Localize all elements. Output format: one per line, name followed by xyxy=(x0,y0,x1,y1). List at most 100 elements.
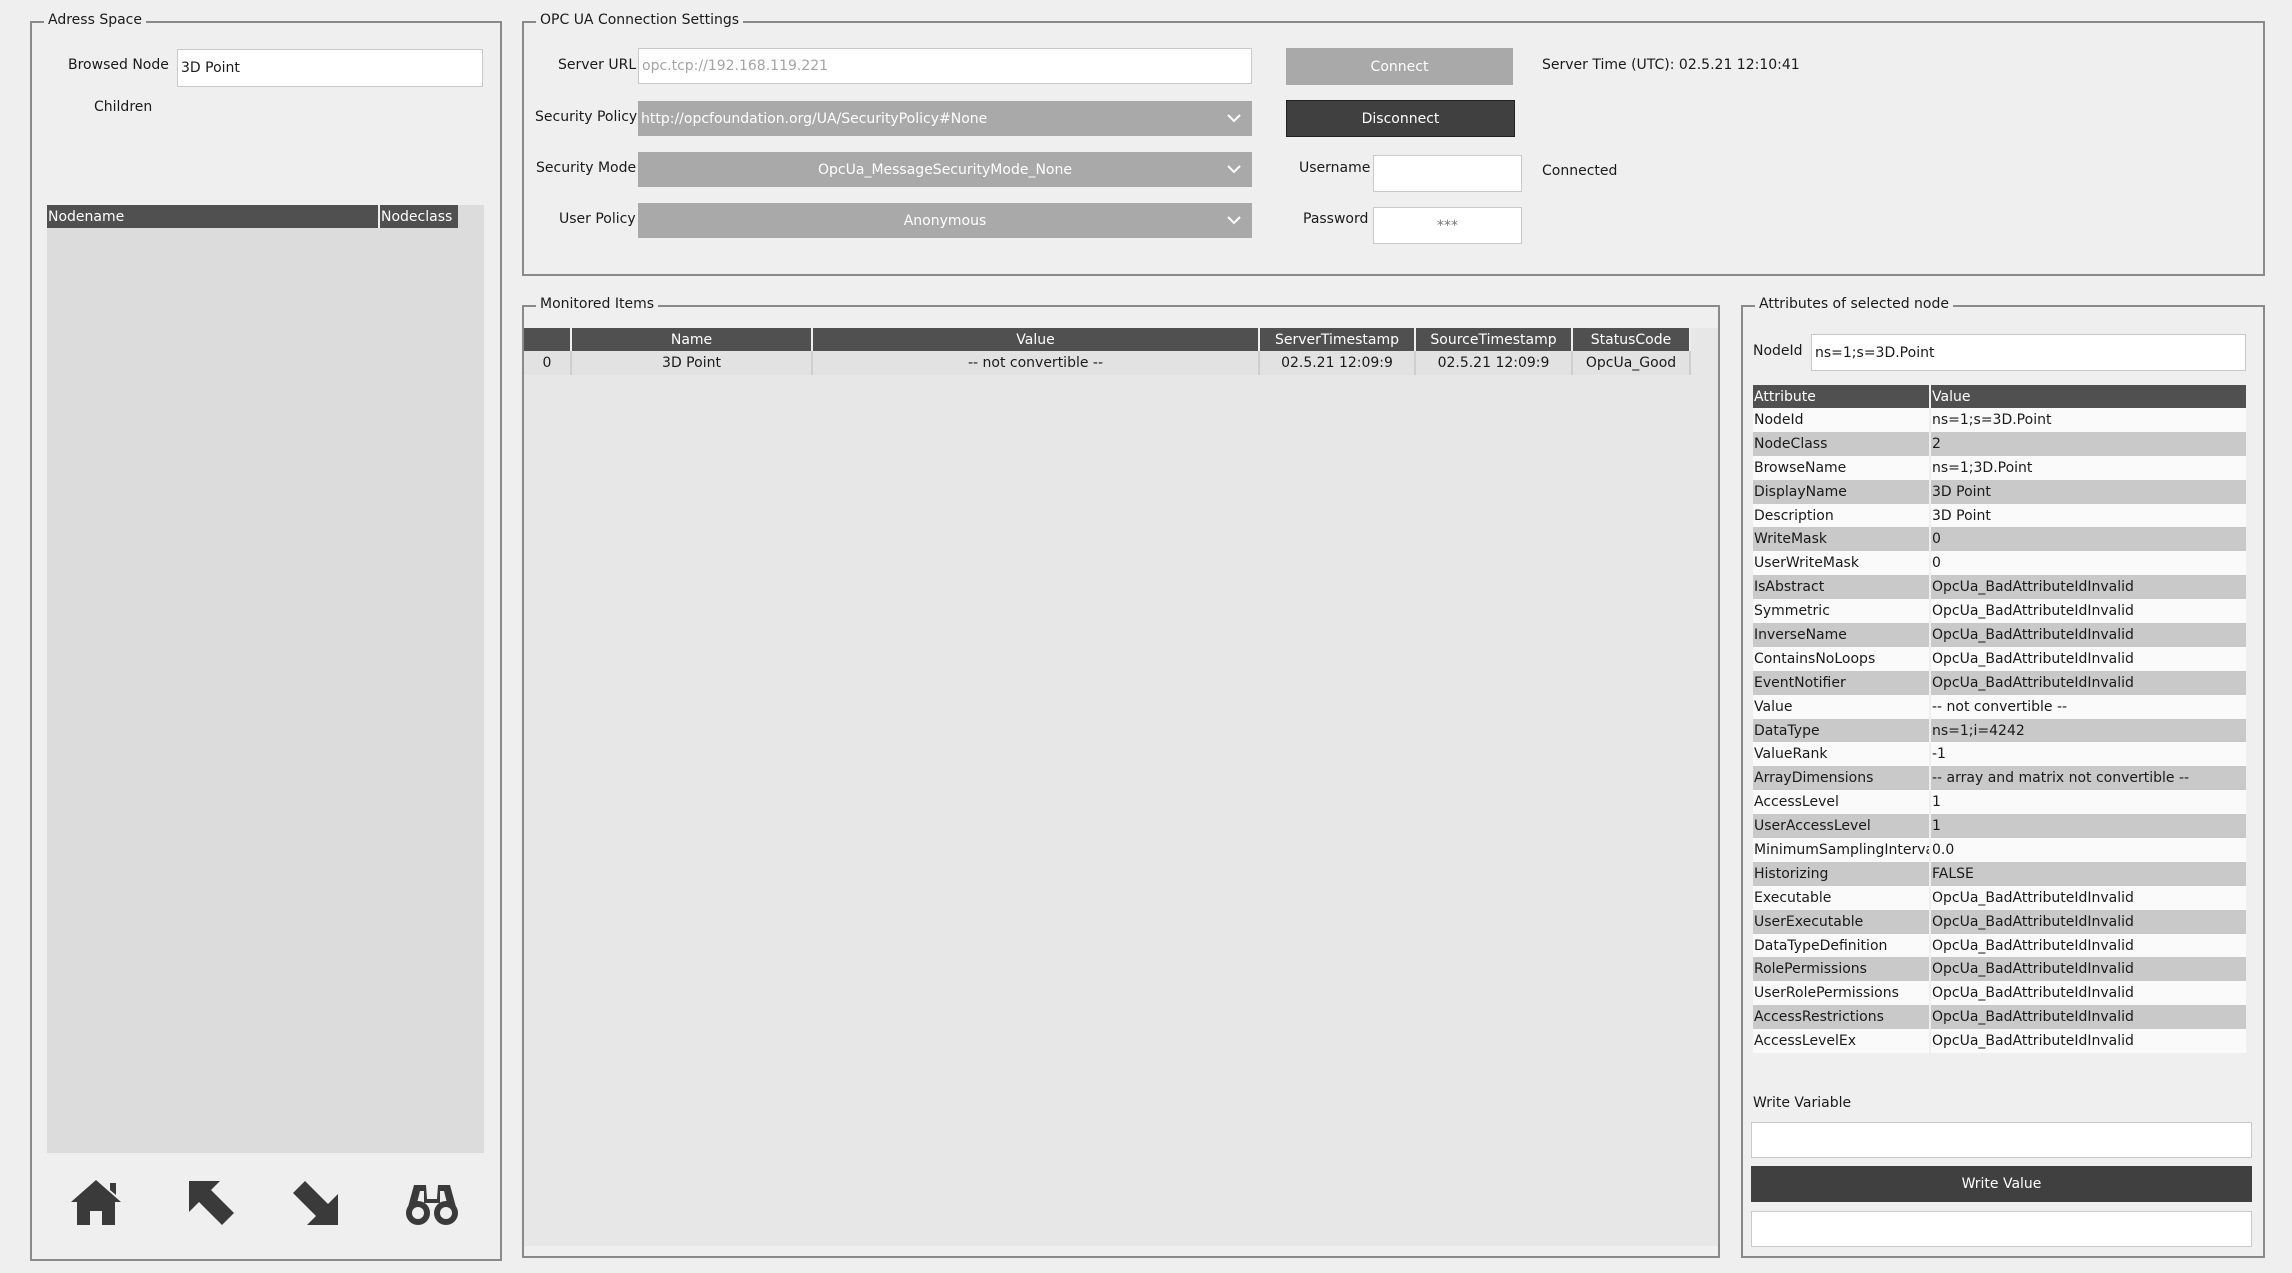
attribute-name: AccessLevelEx xyxy=(1753,1029,1931,1054)
disconnect-button[interactable]: Disconnect xyxy=(1286,100,1515,137)
home-icon[interactable] xyxy=(68,1177,124,1229)
attribute-value: 3D Point xyxy=(1932,483,1991,500)
chevron-down-icon xyxy=(1227,165,1241,174)
connect-button[interactable]: Connect xyxy=(1286,48,1513,85)
table-row[interactable]: Executable OpcUa_BadAttributeIdInvalid xyxy=(1753,885,2246,910)
attributes-table-body: NodeId ns=1;s=3D.Point NodeClass 2 BrowseNam… xyxy=(1753,408,2246,1054)
attribute-name: UserAccessLevel xyxy=(1753,814,1931,839)
table-row[interactable]: Description 3D Point xyxy=(1753,503,2246,528)
table-row[interactable]: DisplayName 3D Point xyxy=(1753,479,2246,504)
table-row[interactable]: AccessLevel 1 xyxy=(1753,790,2246,815)
attribute-column-header[interactable]: Attribute xyxy=(1753,385,1931,408)
write-variable-input[interactable] xyxy=(1751,1122,2252,1158)
user-policy-label: User Policy xyxy=(559,211,636,227)
nodeid-label: NodeId xyxy=(1753,343,1803,359)
table-row[interactable]: UserExecutable OpcUa_BadAttributeIdInvali… xyxy=(1753,909,2246,934)
attribute-name: ValueRank xyxy=(1753,742,1931,767)
username-field[interactable] xyxy=(1373,155,1522,192)
attribute-value: OpcUa_BadAttributeIdInvalid xyxy=(1932,889,2134,906)
table-row[interactable]: ValueRank -1 xyxy=(1753,742,2246,767)
attribute-name: Symmetric xyxy=(1753,599,1931,624)
server-url-placeholder: opc.tcp://192.168.119.221 xyxy=(642,58,829,74)
attribute-value: OpcUa_BadAttributeIdInvalid xyxy=(1932,650,2134,667)
user-policy-value: Anonymous xyxy=(903,212,987,229)
write-result-field[interactable] xyxy=(1751,1211,2252,1247)
name-column-header[interactable]: Name xyxy=(572,328,813,351)
row-server-timestamp: 02.5.21 12:09:9 xyxy=(1260,351,1416,375)
table-row[interactable]: NodeClass 2 xyxy=(1753,431,2246,456)
attribute-value: -- not convertible -- xyxy=(1932,698,2068,715)
security-mode-dropdown[interactable]: OpcUa_MessageSecurityMode_None xyxy=(638,152,1252,187)
table-row[interactable]: 0 3D Point -- not convertible -- 02.5.21… xyxy=(524,351,1691,375)
security-policy-dropdown[interactable]: http://opcfoundation.org/UA/SecurityPoli… xyxy=(638,101,1252,136)
table-row[interactable]: UserRolePermissions OpcUa_BadAttributeIdI… xyxy=(1753,981,2246,1006)
browsed-node-field[interactable]: 3D Point xyxy=(177,49,483,87)
server-url-label: Server URL xyxy=(558,57,637,73)
attribute-value: ns=1;3D.Point xyxy=(1932,459,2033,476)
attribute-value: ns=1;i=4242 xyxy=(1932,722,2025,739)
attribute-name: RolePermissions xyxy=(1753,957,1931,982)
browsed-node-label: Browsed Node xyxy=(68,57,169,73)
password-field[interactable]: *** xyxy=(1373,207,1522,244)
table-row[interactable]: ContainsNoLoops OpcUa_BadAttributeIdInval… xyxy=(1753,646,2246,671)
attribute-name: MinimumSamplingInterval xyxy=(1753,838,1931,862)
table-row[interactable]: Historizing FALSE xyxy=(1753,861,2246,886)
write-variable-label: Write Variable xyxy=(1753,1095,1852,1111)
server-timestamp-column-header[interactable]: ServerTimestamp xyxy=(1260,328,1416,351)
write-value-button[interactable]: Write Value xyxy=(1751,1166,2252,1202)
attribute-value: OpcUa_BadAttributeIdInvalid xyxy=(1932,626,2134,643)
attribute-value: OpcUa_BadAttributeIdInvalid xyxy=(1932,603,2134,620)
table-row[interactable]: NodeId ns=1;s=3D.Point xyxy=(1753,408,2246,432)
table-row[interactable]: ArrayDimensions -- array and matrix not … xyxy=(1753,766,2246,791)
attribute-name: Value xyxy=(1753,694,1931,719)
table-row[interactable]: UserWriteMask 0 xyxy=(1753,551,2246,576)
table-row[interactable]: MinimumSamplingInterval 0.0 xyxy=(1753,838,2246,862)
arrow-down-right-icon[interactable] xyxy=(288,1177,344,1229)
binoculars-icon[interactable] xyxy=(404,1177,460,1229)
table-row[interactable]: AccessLevelEx OpcUa_BadAttributeIdInvalid xyxy=(1753,1029,2246,1054)
table-row[interactable]: RolePermissions OpcUa_BadAttributeIdInval… xyxy=(1753,957,2246,982)
children-table[interactable]: Nodename Nodeclass xyxy=(47,205,484,1153)
attribute-value: OpcUa_BadAttributeIdInvalid xyxy=(1932,961,2134,978)
row-index: 0 xyxy=(524,351,572,375)
attribute-name: DataType xyxy=(1753,718,1931,743)
attribute-value: OpcUa_BadAttributeIdInvalid xyxy=(1932,913,2134,930)
source-timestamp-column-header[interactable]: SourceTimestamp xyxy=(1416,328,1573,351)
nodeclass-column-header[interactable]: Nodeclass xyxy=(380,205,458,228)
attribute-name: Description xyxy=(1753,503,1931,528)
attribute-name: AccessRestrictions xyxy=(1753,1005,1931,1030)
table-row[interactable]: IsAbstract OpcUa_BadAttributeIdInvalid xyxy=(1753,575,2246,600)
value-column-header[interactable]: Value xyxy=(1931,385,2246,408)
table-row[interactable]: EventNotifier OpcUa_BadAttributeIdInvalid xyxy=(1753,670,2246,695)
table-row[interactable]: Symmetric OpcUa_BadAttributeIdInvalid xyxy=(1753,599,2246,624)
attributes-table[interactable]: Attribute Value NodeId ns=1;s=3D.Point Nod… xyxy=(1753,385,2246,1054)
nodename-column-header[interactable]: Nodename xyxy=(47,205,380,228)
user-policy-dropdown[interactable]: Anonymous xyxy=(638,203,1252,238)
table-row[interactable]: DataType ns=1;i=4242 xyxy=(1753,718,2246,743)
table-row[interactable]: DataTypeDefinition OpcUa_BadAttributeIdIn… xyxy=(1753,933,2246,958)
attribute-name: InverseName xyxy=(1753,623,1931,647)
arrow-up-left-icon[interactable] xyxy=(184,1177,240,1229)
table-row[interactable]: BrowseName ns=1;3D.Point xyxy=(1753,455,2246,480)
attribute-value: 1 xyxy=(1932,818,1941,835)
attribute-name: NodeId xyxy=(1753,408,1931,432)
security-policy-value: http://opcfoundation.org/UA/SecurityPoli… xyxy=(641,110,988,127)
table-row[interactable]: Value -- not convertible -- xyxy=(1753,694,2246,719)
status-code-column-header[interactable]: StatusCode xyxy=(1573,328,1691,351)
table-row[interactable]: WriteMask 0 xyxy=(1753,527,2246,552)
table-row[interactable]: InverseName OpcUa_BadAttributeIdInvalid xyxy=(1753,623,2246,647)
nodeid-field[interactable]: ns=1;s=3D.Point xyxy=(1811,334,2246,371)
index-column-header[interactable] xyxy=(524,328,572,351)
table-row[interactable]: AccessRestrictions OpcUa_BadAttributeIdIn… xyxy=(1753,1005,2246,1030)
attribute-value: OpcUa_BadAttributeIdInvalid xyxy=(1932,579,2134,596)
value-column-header[interactable]: Value xyxy=(813,328,1260,351)
children-table-header: Nodename Nodeclass xyxy=(47,205,484,228)
monitored-items-table[interactable]: Name Value ServerTimestamp SourceTimesta… xyxy=(524,328,1691,375)
monitored-items-legend: Monitored Items xyxy=(536,296,659,312)
server-time-text: Server Time (UTC): 02.5.21 12:10:41 xyxy=(1542,57,1800,73)
attribute-value: 1 xyxy=(1932,794,1941,811)
table-row[interactable]: UserAccessLevel 1 xyxy=(1753,814,2246,839)
server-url-field[interactable]: opc.tcp://192.168.119.221 xyxy=(638,48,1252,84)
attribute-name: NodeClass xyxy=(1753,431,1931,456)
attribute-name: UserRolePermissions xyxy=(1753,981,1931,1006)
